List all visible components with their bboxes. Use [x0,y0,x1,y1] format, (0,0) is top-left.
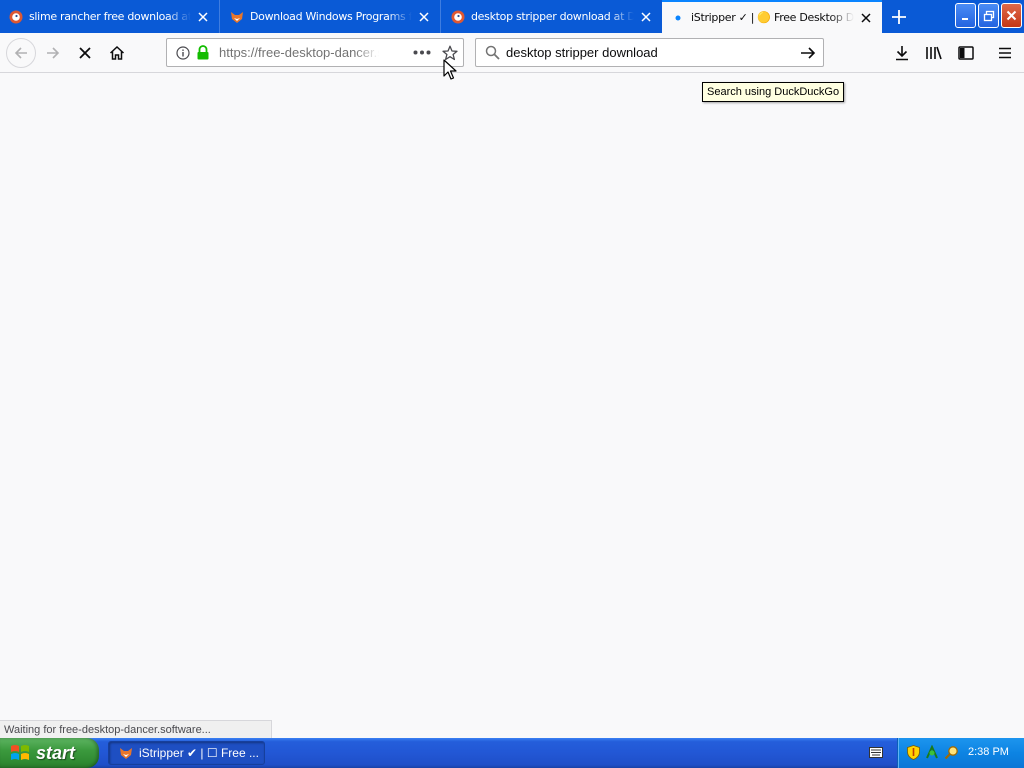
security-shield-icon[interactable] [907,745,920,760]
start-button[interactable]: start [0,738,99,768]
taskbar-item-firefox[interactable]: iStripper ✔ | ☐ Free ... [108,741,265,765]
tab-title: slime rancher free download at DuckDuckG… [29,10,191,23]
close-icon [1006,10,1017,21]
download-icon [896,46,908,61]
search-icon[interactable] [485,45,500,60]
windows-logo-icon [11,745,29,760]
page-content [0,74,1024,722]
search-tooltip: Search using DuckDuckGo [702,82,845,102]
hamburger-menu-icon [999,47,1011,59]
close-window-button[interactable] [1001,3,1022,28]
minimize-button[interactable] [955,3,976,28]
url-text[interactable]: https://free-desktop-dancer.software [219,45,379,60]
sidebar-icon [958,46,974,60]
system-tray: 2:38 PM [897,738,1024,768]
close-tab-icon[interactable] [193,7,213,27]
loading-dot-icon [671,11,685,25]
url-bar[interactable]: https://free-desktop-dancer.software [166,38,464,67]
forward-button[interactable] [39,39,67,67]
taskbar-item-label: iStripper ✔ | ☐ Free ... [139,746,259,760]
tab-strip: slime rancher free download at DuckDuckG… [0,0,1024,33]
fox-icon [230,10,244,24]
status-panel: Waiting for free-desktop-dancer.software… [0,720,272,739]
arrow-right-icon [47,47,60,59]
clock: 2:38 PM [968,746,1009,758]
page-actions-icon[interactable] [413,50,431,55]
lock-icon[interactable] [196,45,210,60]
restore-icon [983,10,994,21]
fox-icon [120,748,132,759]
navigation-toolbar: https://free-desktop-dancer.software des… [0,33,1024,73]
library-icon [926,46,942,60]
close-tab-icon[interactable] [856,8,876,28]
minimize-icon [961,17,968,20]
keyboard-icon[interactable] [869,747,883,758]
search-bar[interactable]: desktop stripper download [475,38,824,67]
taskbar: start iStripper ✔ | ☐ Free ... 2:38 PM [0,738,1024,768]
tab-title: Download Windows Programs for Free [250,10,412,23]
menu-button[interactable] [991,39,1019,67]
home-icon [109,45,125,60]
search-input[interactable]: desktop stripper download [506,45,658,60]
tab-istripper[interactable]: iStripper ✓ | 🟡 Free Desktop Dancer [662,0,882,33]
tab-title: desktop stripper download at DuckDuckGo [471,10,634,23]
stop-icon [79,47,91,59]
sidebar-button[interactable] [952,39,980,67]
close-tab-icon[interactable] [414,7,434,27]
start-label: start [36,742,76,763]
new-tab-button[interactable] [885,3,913,31]
close-tab-icon[interactable] [636,7,656,27]
downloads-button[interactable] [888,39,916,67]
stop-button[interactable] [71,39,99,67]
duckduckgo-icon [9,10,23,24]
restore-button[interactable] [978,3,999,28]
info-icon[interactable] [176,46,190,60]
plus-icon [892,10,906,24]
magnifier-tray-icon[interactable] [944,745,959,760]
tab-title: iStripper ✓ | 🟡 Free Desktop Dancer [691,11,854,24]
tab-download-windows-programs[interactable]: Download Windows Programs for Free [221,0,441,33]
arrow-left-icon [14,47,27,59]
mouse-cursor-icon [443,59,457,80]
search-go-icon[interactable] [800,45,816,61]
duckduckgo-icon [451,10,465,24]
tab-desktop-stripper-search[interactable]: desktop stripper download at DuckDuckGo [442,0,662,33]
tab-slime-rancher[interactable]: slime rancher free download at DuckDuckG… [0,0,220,33]
back-button[interactable] [6,38,36,68]
library-button[interactable] [920,39,948,67]
network-icon[interactable] [925,745,939,760]
home-button[interactable] [103,39,131,67]
